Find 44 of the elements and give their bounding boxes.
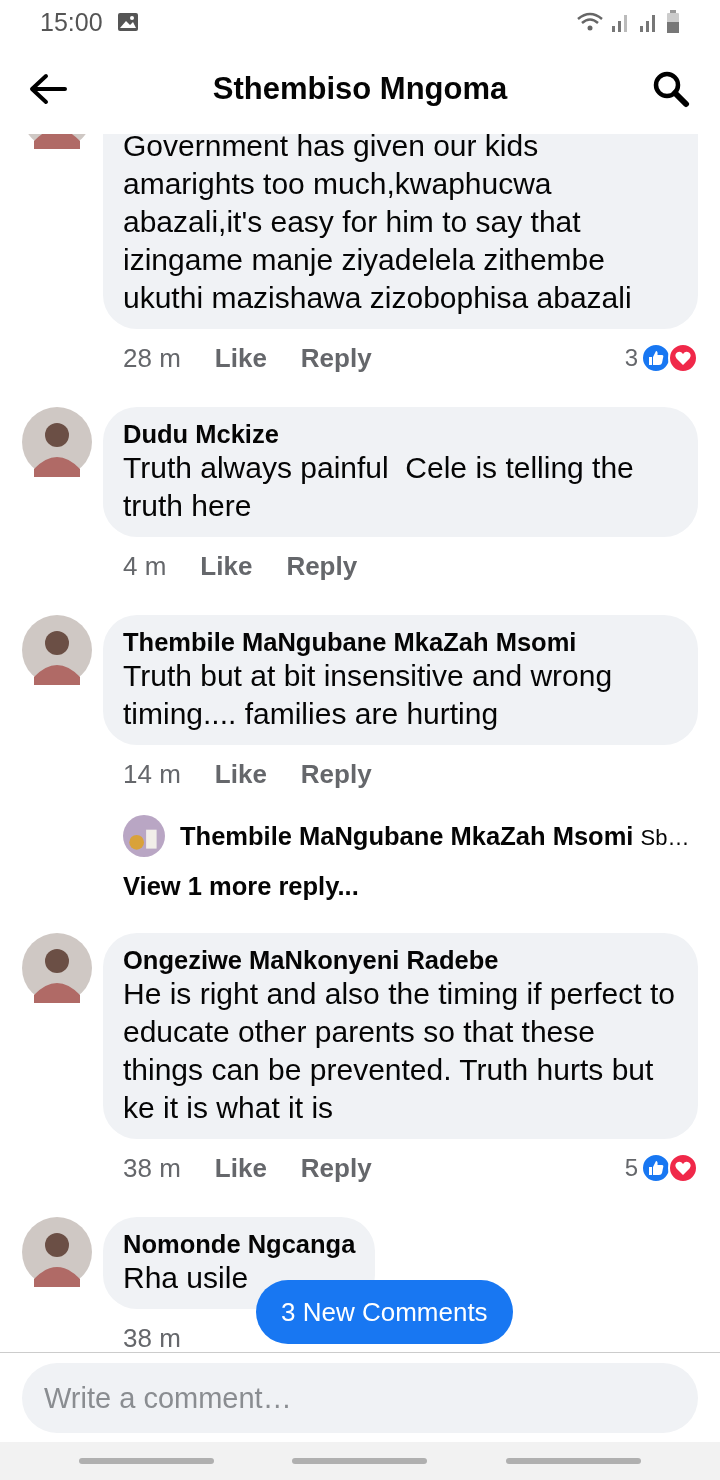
reply-link[interactable]: Reply	[286, 550, 358, 582]
like-link[interactable]: Like	[214, 1152, 267, 1184]
nav-handle[interactable]	[292, 1458, 428, 1464]
page-title: Sthembiso Mngoma	[212, 71, 508, 107]
like-link[interactable]: Like	[214, 342, 267, 374]
view-more-replies-link[interactable]: View 1 more reply...	[123, 861, 720, 911]
reply-link[interactable]: Reply	[300, 342, 372, 374]
comment-time: 4 m	[123, 550, 167, 582]
comment-time: 14 m	[123, 758, 181, 790]
thumbs-up-icon	[641, 1153, 671, 1183]
reply-link[interactable]: Reply	[300, 1152, 372, 1184]
comment-text: Government has given our kids amarights too much,kwaphucwa abazali,it's easy for him to say that izingame manje ziyadelela zithembe ukuthi mazishawa zizobophisa abazali	[123, 134, 633, 316]
comment-time: 38 m	[123, 1152, 181, 1184]
avatar[interactable]	[22, 615, 92, 685]
comment-text: Truth always painful Cele is telling the truth here	[123, 450, 635, 524]
comment-time: 38 m	[123, 1322, 181, 1352]
new-comments-button[interactable]: 3 New Comments	[256, 1280, 513, 1344]
commenter-name[interactable]: Ongeziwe MaNkonyeni Radebe	[123, 945, 678, 975]
comment-input-field[interactable]: Write a comment…	[22, 1363, 698, 1433]
avatar[interactable]	[22, 933, 92, 1003]
image-icon	[116, 12, 139, 32]
comment-text: Truth but at bit insensitive and wrong timing.... families are hurting	[123, 658, 614, 732]
reply-link[interactable]: Reply	[300, 758, 372, 790]
comment-text: He is right and also the timing if perfect to educate other parents so that these things can be prevented. Truth hurts but ke it is what it is	[123, 976, 676, 1126]
back-arrow-icon[interactable]	[28, 73, 68, 105]
reaction-count: 3	[624, 344, 638, 372]
commenter-name[interactable]: Dudu Mckize	[123, 419, 678, 449]
reaction-count: 5	[624, 1154, 638, 1182]
reply-preview[interactable]: Thembile MaNgubane MkaZah Msomi Sb…	[180, 821, 690, 851]
search-icon[interactable]	[652, 70, 690, 108]
nav-handle[interactable]	[505, 1458, 641, 1464]
commenter-name[interactable]: Nomonde Ngcanga	[123, 1229, 356, 1259]
like-link[interactable]: Like	[214, 758, 267, 790]
comment-text: Rha usile	[123, 1260, 250, 1296]
status-time: 15:00	[40, 7, 103, 37]
thumbs-up-icon	[641, 343, 671, 373]
commenter-name[interactable]: Thembile MaNgubane MkaZah Msomi	[123, 627, 678, 657]
nav-handle[interactable]	[79, 1458, 215, 1464]
battery-icon	[666, 10, 680, 34]
avatar[interactable]	[22, 1217, 92, 1287]
avatar[interactable]	[22, 407, 92, 477]
comment-time: 28 m	[123, 342, 181, 374]
wifi-icon	[576, 11, 604, 33]
like-link[interactable]: Like	[200, 550, 253, 582]
